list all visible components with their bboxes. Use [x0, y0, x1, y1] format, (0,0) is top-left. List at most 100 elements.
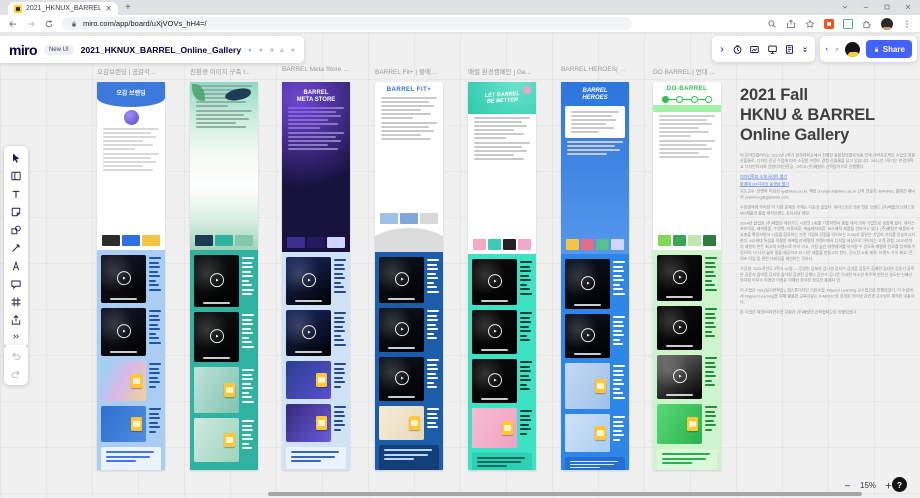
video-thumbnail[interactable]: [657, 355, 702, 399]
frame-title[interactable]: 오감브랜딩 | 공감각...: [97, 66, 165, 76]
play-icon[interactable]: [210, 273, 224, 287]
card-thumbnail[interactable]: [286, 404, 331, 442]
gallery-link[interactable]: 한경대 UX디자인 동영상 열기: [740, 182, 916, 188]
tab-close-icon[interactable]: ✕: [105, 5, 112, 13]
slide-card-item[interactable]: [286, 404, 346, 442]
video-item[interactable]: [565, 314, 625, 358]
play-icon[interactable]: [488, 324, 502, 338]
slide-card-item[interactable]: [565, 414, 625, 452]
video-thumbnail[interactable]: [472, 259, 517, 305]
card-thumbnail[interactable]: [194, 367, 239, 413]
redo-icon[interactable]: [10, 368, 22, 380]
settings-gear-icon[interactable]: [259, 44, 263, 56]
slide-card-item[interactable]: [657, 404, 717, 444]
user-avatar[interactable]: [845, 42, 860, 57]
play-icon[interactable]: [210, 329, 224, 343]
slide-card-item[interactable]: [194, 367, 254, 413]
help-button[interactable]: ?: [892, 477, 907, 492]
play-icon[interactable]: [302, 325, 316, 339]
follow-cursor-icon[interactable]: [825, 43, 829, 55]
window-menu-icon[interactable]: [841, 3, 849, 11]
horizontal-scrollbar[interactable]: [268, 492, 862, 496]
slide-card-item[interactable]: [379, 406, 439, 440]
comment-tool-icon[interactable]: [10, 278, 22, 290]
play-icon[interactable]: [581, 276, 595, 290]
slide-card-item[interactable]: [194, 418, 254, 462]
play-icon[interactable]: [488, 373, 502, 387]
browser-tab[interactable]: 2021_HKNUX_BARREL_Online_G... ✕: [8, 2, 118, 15]
slide-card-item[interactable]: [565, 363, 625, 409]
poster[interactable]: BARREL FIT+: [375, 82, 443, 252]
card-thumbnail[interactable]: [565, 414, 610, 452]
poster[interactable]: [190, 82, 258, 250]
poster[interactable]: DO-BARREL: [653, 82, 721, 250]
video-item[interactable]: [194, 255, 254, 307]
video-thumbnail[interactable]: [472, 310, 517, 354]
video-thumbnail[interactable]: [657, 306, 702, 350]
video-thumbnail[interactable]: [472, 359, 517, 403]
board-title[interactable]: 2021_HKNUX_BARREL_Online_Gallery: [81, 45, 241, 55]
share-button[interactable]: Share: [866, 40, 912, 58]
pen-tool-icon[interactable]: [10, 260, 22, 272]
play-icon[interactable]: [673, 369, 687, 383]
templates-tool-icon[interactable]: [10, 170, 22, 182]
card-thumbnail[interactable]: [194, 418, 239, 462]
poster[interactable]: BARREL HEROES: [561, 82, 629, 254]
window-maximize-icon[interactable]: [883, 3, 891, 11]
miro-logo[interactable]: miro: [9, 42, 37, 58]
footer-note[interactable]: [472, 453, 532, 470]
more-tools-chevrons-icon[interactable]: [10, 332, 22, 341]
video-item[interactable]: [101, 255, 161, 303]
video-item[interactable]: [286, 310, 346, 356]
video-thumbnail[interactable]: [101, 255, 146, 303]
side-search-icon[interactable]: [767, 19, 777, 29]
video-item[interactable]: [657, 306, 717, 350]
play-icon[interactable]: [395, 272, 409, 286]
video-item[interactable]: [472, 359, 532, 403]
video-thumbnail[interactable]: [194, 255, 239, 307]
zoom-level[interactable]: 15%: [860, 481, 876, 490]
window-minimize-icon[interactable]: [862, 3, 870, 11]
extension-icon-b[interactable]: [843, 19, 853, 29]
card-thumbnail[interactable]: [565, 363, 610, 409]
board-column-5[interactable]: LET BARREL BE BETTER: [468, 82, 536, 470]
board-column-2[interactable]: [190, 82, 258, 470]
shapes-tool-icon[interactable]: [10, 224, 22, 236]
canvas[interactable]: miro New UI 2021_HKNUX_BARREL_Online_Gal…: [0, 33, 920, 498]
board-column-1[interactable]: 오감 브랜딩: [97, 82, 165, 470]
video-thumbnail[interactable]: [194, 312, 239, 362]
undo-icon[interactable]: [10, 350, 22, 362]
board-column-7[interactable]: DO-BARREL: [653, 82, 721, 470]
browser-profile-avatar[interactable]: [881, 18, 893, 30]
notifications-bell-icon[interactable]: [270, 44, 274, 56]
footer-note[interactable]: [565, 457, 625, 470]
video-thumbnail[interactable]: [101, 308, 146, 356]
forward-icon[interactable]: [26, 19, 36, 29]
card-thumbnail[interactable]: [286, 361, 331, 399]
text-tool-icon[interactable]: [10, 188, 22, 200]
favorite-star-icon[interactable]: [248, 44, 252, 56]
video-item[interactable]: [379, 257, 439, 303]
frame-title[interactable]: BARREL Meta Store |...: [282, 66, 350, 73]
footer-note[interactable]: [379, 445, 439, 470]
slide-card-item[interactable]: [101, 361, 161, 401]
frame-title[interactable]: BARREL Fit+ | 물에서 ...: [375, 66, 443, 76]
play-icon[interactable]: [673, 270, 687, 284]
video-item[interactable]: [657, 355, 717, 399]
browser-menu-icon[interactable]: [902, 19, 912, 29]
board-column-6[interactable]: BARREL HEROES: [561, 82, 629, 470]
slide-card-item[interactable]: [472, 408, 532, 448]
slide-card-item[interactable]: [286, 361, 346, 399]
poster[interactable]: BARREL META STORE: [282, 82, 350, 252]
video-thumbnail[interactable]: [565, 314, 610, 358]
connector-tool-icon[interactable]: [10, 242, 22, 254]
back-icon[interactable]: [8, 19, 18, 29]
card-thumbnail[interactable]: [101, 406, 146, 442]
new-tab-button[interactable]: +: [125, 2, 131, 15]
reload-icon[interactable]: [44, 19, 54, 29]
video-thumbnail[interactable]: [286, 310, 331, 356]
video-thumbnail[interactable]: [286, 257, 331, 305]
video-thumbnail[interactable]: [565, 259, 610, 309]
sticky-note-tool-icon[interactable]: [10, 206, 22, 218]
timer-icon[interactable]: [732, 44, 743, 55]
